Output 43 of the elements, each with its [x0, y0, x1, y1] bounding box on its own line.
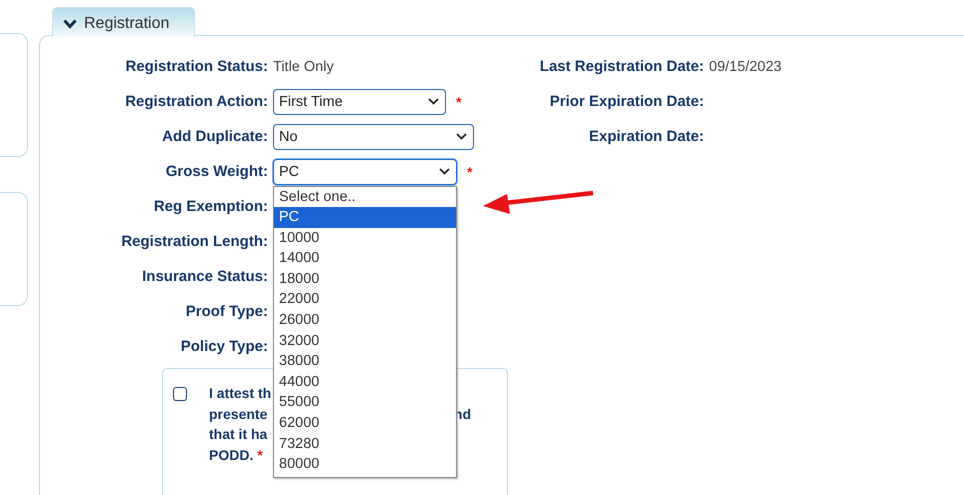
attestation-text: PODD. *: [209, 447, 263, 466]
select-field[interactable]: PC: [273, 158, 457, 184]
dropdown-option[interactable]: 44000: [274, 372, 456, 392]
section-tab[interactable]: Registration: [52, 7, 195, 37]
dropdown-option[interactable]: 73280: [274, 434, 456, 454]
select-field[interactable]: First Time: [273, 88, 446, 114]
dropdown-option[interactable]: Select one..: [274, 186, 456, 208]
dropdown-option[interactable]: 80000: [274, 454, 456, 475]
field-label: Prior Expiration Date:: [550, 93, 704, 110]
checkbox[interactable]: [173, 387, 187, 401]
dropdown-option[interactable]: 26000: [274, 310, 456, 331]
field-label: Registration Status:: [125, 58, 268, 75]
dropdown-option[interactable]: 22000: [274, 289, 456, 310]
field-label: Proof Type:: [186, 303, 268, 320]
chevron-icon: [63, 18, 77, 28]
dropdown-option[interactable]: 10000: [274, 228, 456, 248]
caret-icon: [456, 133, 467, 140]
field-value: 09/15/2023: [709, 58, 782, 74]
dropdown-option[interactable]: 38000: [274, 351, 456, 372]
dropdown-option[interactable]: 32000: [274, 330, 456, 352]
select-field[interactable]: No: [273, 124, 474, 150]
dropdown-option[interactable]: PC: [274, 207, 456, 228]
field-label: Gross Weight:: [166, 163, 268, 180]
field-label: Reg Exemption:: [154, 198, 268, 215]
field-label: Last Registration Date:: [540, 58, 704, 75]
field-label: Insurance Status:: [142, 268, 268, 285]
dropdown-option[interactable]: 14000: [274, 248, 456, 269]
dropdown-option[interactable]: 62000: [274, 413, 456, 434]
dropdown-option[interactable]: 55000: [274, 392, 456, 414]
field-label: Expiration Date:: [588, 128, 704, 145]
attestation-text: I attest th: [209, 385, 272, 403]
field-label: Add Duplicate:: [162, 128, 268, 145]
attestation-text: presente: [209, 406, 268, 424]
caret-icon: [439, 168, 450, 175]
attestation-text: that it ha: [209, 426, 268, 444]
field-label: Registration Length:: [121, 233, 268, 250]
dropdown-option[interactable]: 18000: [274, 268, 456, 290]
field-label: Registration Action:: [125, 93, 268, 110]
required-mark: *: [456, 94, 462, 110]
field-value: Title Only: [273, 58, 334, 74]
required-mark: *: [467, 164, 472, 180]
caret-icon: [428, 98, 439, 105]
field-label: Policy Type:: [180, 338, 268, 355]
